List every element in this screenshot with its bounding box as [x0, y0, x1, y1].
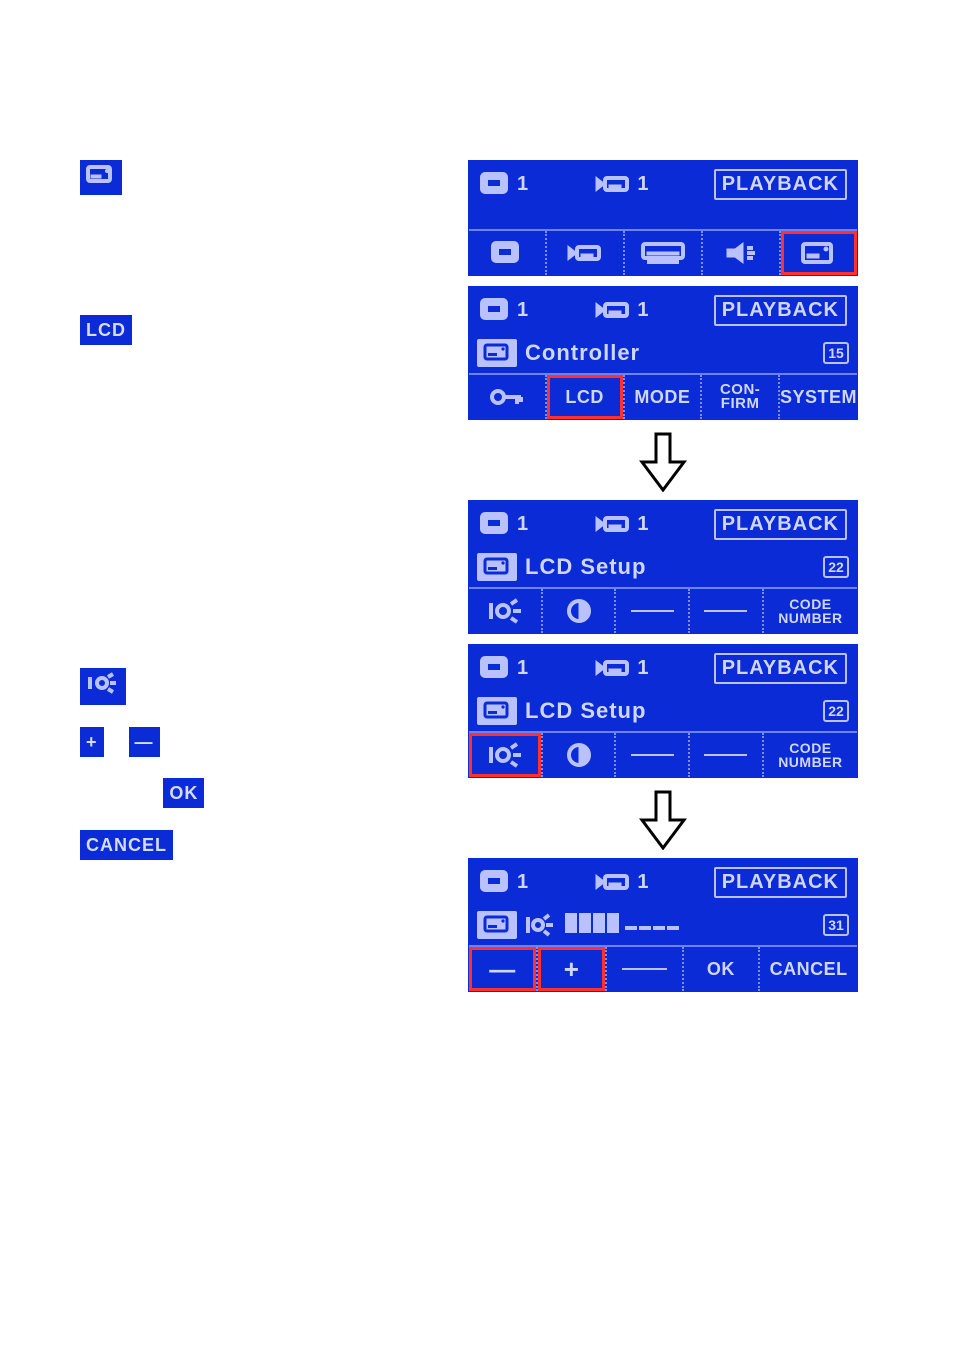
controller-icon — [477, 697, 517, 725]
menu-title-row: Controller 15 — [469, 333, 857, 373]
controller-icon — [477, 339, 517, 367]
lcd-screen-3: 1 1 PLAYBACK LCD Setup 22 CO — [468, 500, 858, 634]
playback-label: PLAYBACK — [714, 169, 847, 200]
tab-system[interactable]: SYSTEM — [778, 375, 857, 419]
menu-title: LCD Setup — [525, 698, 646, 724]
camera-number: 1 — [637, 657, 649, 680]
lcdsetup-tab-row: CODE NUMBER — [469, 587, 857, 633]
monitor-number: 1 — [517, 871, 529, 894]
controller-icon — [80, 160, 122, 195]
lcd-status-row: 1 1 PLAYBACK — [469, 645, 857, 691]
monitor-number: 1 — [517, 513, 529, 536]
camera-icon — [593, 869, 633, 895]
lcd-status-row: 1 1 PLAYBACK — [469, 161, 857, 207]
menu-title: LCD Setup — [525, 554, 646, 580]
plus-chip: + — [80, 727, 104, 757]
cancel-button[interactable]: CANCEL — [758, 947, 857, 991]
camera-icon — [593, 511, 633, 537]
brightness-level-bars — [565, 913, 681, 938]
tab-controller[interactable] — [779, 231, 857, 275]
camera-number: 1 — [637, 513, 649, 536]
menu-title: Controller — [525, 340, 640, 366]
lcd-status-row: 1 1 PLAYBACK — [469, 859, 857, 905]
tab-key[interactable] — [469, 375, 545, 419]
tab-confirm[interactable]: CON- FIRM — [700, 375, 778, 419]
camera-icon — [593, 171, 633, 197]
tab-brightness[interactable] — [469, 589, 541, 633]
monitor-icon — [479, 171, 513, 197]
arrow-down-icon — [468, 788, 858, 852]
monitor-icon — [479, 655, 513, 681]
playback-label: PLAYBACK — [714, 295, 847, 326]
blank-cell — [605, 947, 682, 991]
step-2: LCD — [80, 315, 460, 345]
main-tab-row — [469, 229, 857, 275]
monitor-icon — [479, 297, 513, 323]
tab-code-number[interactable]: CODE NUMBER — [762, 733, 857, 777]
tab-blank-2 — [688, 733, 762, 777]
step-1 — [80, 160, 460, 195]
lcd-screen-4: 1 1 PLAYBACK LCD Setup 22 CO — [468, 644, 858, 778]
lcd-screen-5: 1 1 PLAYBACK 31 — + — [468, 858, 858, 992]
monitor-number: 1 — [517, 173, 529, 196]
page-badge: 15 — [823, 342, 849, 364]
brightness-icon — [523, 913, 559, 937]
tab-mode[interactable]: MODE — [623, 375, 701, 419]
camera-number: 1 — [637, 871, 649, 894]
monitor-icon — [479, 869, 513, 895]
tab-contrast[interactable] — [541, 589, 615, 633]
minus-chip: — — [129, 727, 160, 757]
step-3: + — OK CANCEL — [80, 668, 460, 860]
page-badge: 22 — [823, 556, 849, 578]
lcd-status-row: 1 1 PLAYBACK — [469, 501, 857, 547]
lcd-chip: LCD — [80, 315, 132, 345]
monitor-icon — [479, 511, 513, 537]
playback-label: PLAYBACK — [714, 653, 847, 684]
ok-chip: OK — [163, 778, 204, 808]
ok-button[interactable]: OK — [682, 947, 759, 991]
tab-lcd[interactable]: LCD — [545, 375, 623, 419]
brightness-icon — [80, 668, 126, 705]
controller-tab-row: LCD MODE CON- FIRM SYSTEM — [469, 373, 857, 419]
tab-blank-1 — [614, 733, 688, 777]
controller-icon — [477, 911, 517, 939]
tab-contrast[interactable] — [541, 733, 615, 777]
camera-number: 1 — [637, 173, 649, 196]
tab-blank-2 — [688, 589, 762, 633]
lcd-status-row: 1 1 PLAYBACK — [469, 287, 857, 333]
brightness-level-row: 31 — [469, 905, 857, 945]
adjust-row: — + OK CANCEL — [469, 945, 857, 991]
camera-icon — [593, 655, 633, 681]
menu-title-row: LCD Setup 22 — [469, 691, 857, 731]
tab-speaker[interactable] — [701, 231, 779, 275]
playback-label: PLAYBACK — [714, 867, 847, 898]
playback-label: PLAYBACK — [714, 509, 847, 540]
page-badge: 22 — [823, 700, 849, 722]
tab-brightness[interactable] — [469, 733, 541, 777]
monitor-number: 1 — [517, 657, 529, 680]
lcd-screen-1: 1 1 PLAYBACK — [468, 160, 858, 276]
lcdsetup-tab-row: CODE NUMBER — [469, 731, 857, 777]
tab-code-number[interactable]: CODE NUMBER — [762, 589, 857, 633]
controller-icon — [477, 553, 517, 581]
plus-button[interactable]: + — [536, 947, 605, 991]
tab-camera[interactable] — [545, 231, 623, 275]
camera-icon — [593, 297, 633, 323]
tab-blank-1 — [614, 589, 688, 633]
tab-deck[interactable] — [623, 231, 701, 275]
page-badge: 31 — [823, 914, 849, 936]
minus-button[interactable]: — — [469, 947, 536, 991]
arrow-down-icon — [468, 430, 858, 494]
lcd-screen-2: 1 1 PLAYBACK Controller 15 LCD MODE CON-… — [468, 286, 858, 420]
camera-number: 1 — [637, 299, 649, 322]
menu-title-row: LCD Setup 22 — [469, 547, 857, 587]
screens-column: 1 1 PLAYBACK — [468, 160, 858, 1002]
cancel-chip: CANCEL — [80, 830, 173, 860]
tab-monitor[interactable] — [469, 231, 545, 275]
monitor-number: 1 — [517, 299, 529, 322]
